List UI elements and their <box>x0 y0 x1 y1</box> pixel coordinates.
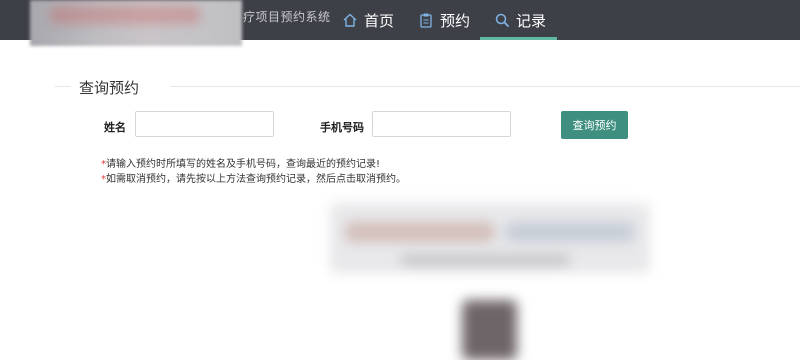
section-divider-right <box>170 86 800 87</box>
note-line-2: *如需取消预约，请先按以上方法查询预约记录，然后点击取消预约。 <box>101 170 406 185</box>
note-text-1: 请输入预约时所填写的姓名及手机号码，查询最近的预约记录! <box>106 159 381 170</box>
phone-label: 手机号码 <box>320 121 364 134</box>
name-input[interactable] <box>135 111 274 137</box>
nav-label-records: 记录 <box>516 11 547 30</box>
nav-item-records[interactable]: 记录 <box>480 0 557 40</box>
query-button[interactable]: 查询预约 <box>561 111 628 139</box>
section-divider-left <box>55 86 71 87</box>
nav-label-booking: 预约 <box>440 11 471 30</box>
search-icon <box>494 12 510 28</box>
phone-input[interactable] <box>372 111 511 137</box>
nav-item-home[interactable]: 首页 <box>342 0 394 40</box>
name-label: 姓名 <box>104 121 126 134</box>
nav-label-home: 首页 <box>364 11 395 30</box>
home-icon <box>342 12 358 28</box>
clipboard-icon <box>418 12 434 28</box>
nav-item-booking[interactable]: 预约 <box>418 0 470 40</box>
logo <box>30 0 242 46</box>
blurred-content-text <box>345 222 495 242</box>
system-title: 疗项目预约系统 <box>243 10 331 24</box>
blurred-qr-image <box>462 300 517 360</box>
section-title: 查询预约 <box>77 77 142 98</box>
blurred-content-text <box>400 255 570 265</box>
blurred-content-text <box>505 222 635 242</box>
note-text-2: 如需取消预约，请先按以上方法查询预约记录，然后点击取消预约。 <box>106 174 406 185</box>
note-line-1: *请输入预约时所填写的姓名及手机号码，查询最近的预约记录! <box>101 155 380 170</box>
